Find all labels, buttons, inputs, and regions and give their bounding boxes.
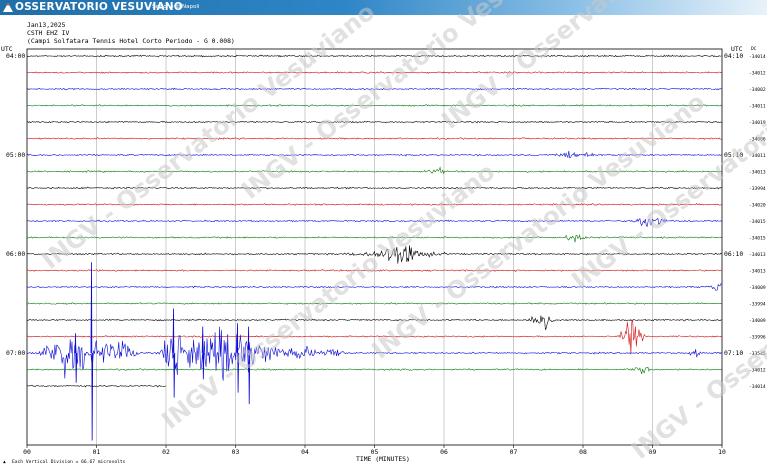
scale-note: Each Vertical Division = 66.67 microvolt… xyxy=(12,460,126,465)
seismic-spike xyxy=(90,262,94,441)
left-time-label: 06:00 xyxy=(6,250,25,258)
dc-offset-label: -34012 xyxy=(749,71,766,77)
x-tick-label: 10 xyxy=(718,448,726,456)
dc-offset-label: -34013 xyxy=(749,252,766,258)
dc-offset-label: -33994 xyxy=(749,302,766,308)
x-tick-label: 00 xyxy=(23,448,31,456)
dc-offset-label: -34015 xyxy=(749,236,766,242)
x-tick-label: 01 xyxy=(93,448,101,456)
dc-offset-label: -34014 xyxy=(749,384,766,390)
x-tick-label: 07 xyxy=(510,448,518,456)
left-time-label: 05:00 xyxy=(6,151,25,159)
dc-offset-label: -34014 xyxy=(749,54,766,60)
scale-marker: ▲ xyxy=(3,460,6,465)
x-tick-label: 03 xyxy=(232,448,240,456)
right-time-label: 04:10 xyxy=(724,52,743,60)
watermark-text: INGV - Osservatorio Vesuviano xyxy=(236,0,580,205)
dc-offset-label: -34009 xyxy=(749,318,766,324)
dc-offset-label: -34002 xyxy=(749,87,766,93)
seismic-spike xyxy=(172,308,176,398)
dc-offset-label: -34013 xyxy=(749,170,766,176)
dc-offset-label: -34015 xyxy=(749,219,766,225)
x-axis-title: TIME (MINUTES) xyxy=(356,455,410,463)
seismic-spike xyxy=(201,326,205,380)
seismic-spike xyxy=(74,333,78,383)
seismogram-plot: 00 01 02 03 04 05 06 07 08 09 10-34014-34012-34002… xyxy=(6,0,767,465)
x-tick-label: 06 xyxy=(440,448,448,456)
dc-offset-label: -34020 xyxy=(749,203,766,209)
dc-offset-label: -34009 xyxy=(749,285,766,291)
left-time-label: 04:00 xyxy=(6,52,25,60)
left-time-label: 07:00 xyxy=(6,349,25,357)
dc-offset-label: -34011 xyxy=(749,104,766,110)
x-tick-label: 08 xyxy=(579,448,587,456)
dc-offset-label: -33994 xyxy=(749,186,766,192)
x-tick-label: 04 xyxy=(301,448,309,456)
x-tick-label: 02 xyxy=(162,448,170,456)
dc-offset-label: -34013 xyxy=(749,269,766,275)
right-time-label: 06:10 xyxy=(724,250,743,258)
